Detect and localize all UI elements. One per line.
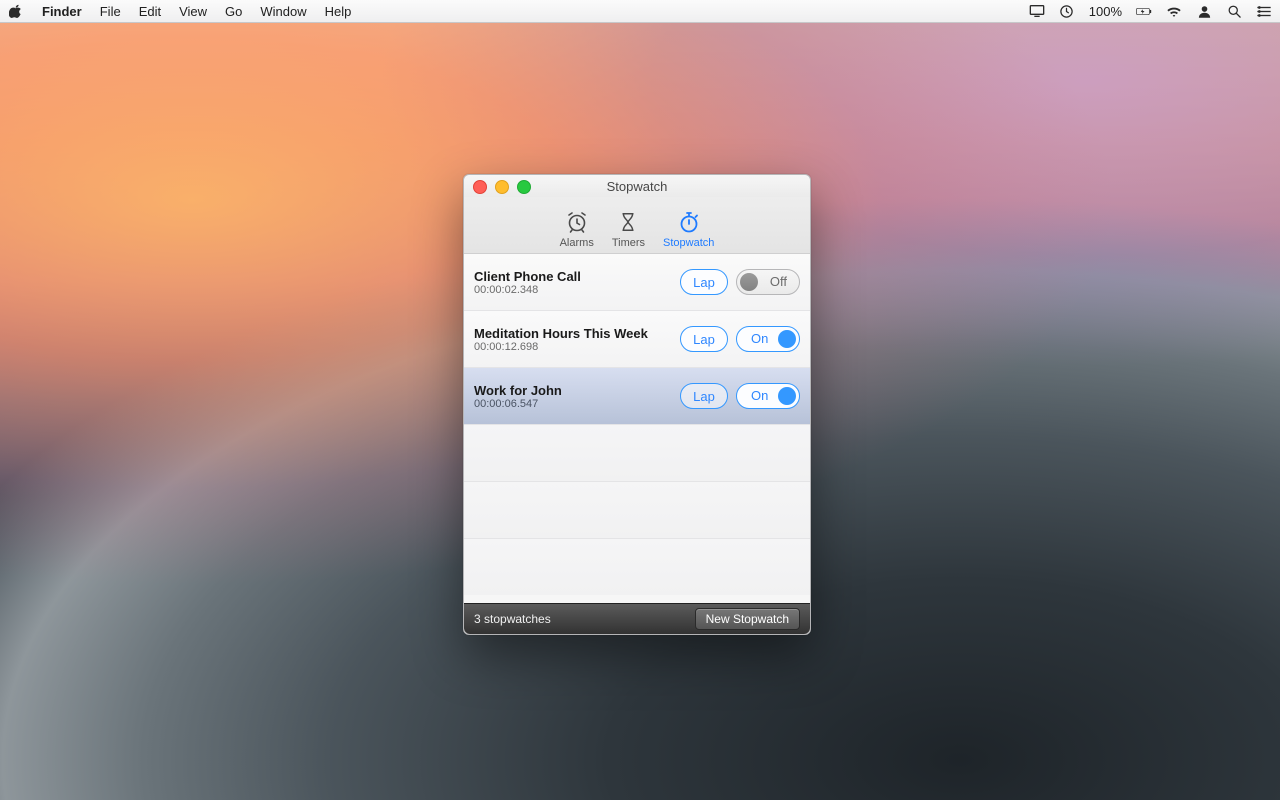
user-icon[interactable]	[1196, 3, 1212, 19]
tab-label: Stopwatch	[663, 237, 714, 249]
run-toggle[interactable]: Off	[736, 269, 800, 295]
apple-menu-icon[interactable]	[8, 3, 24, 19]
toggle-label: On	[751, 331, 768, 346]
lap-button[interactable]: Lap	[680, 326, 728, 352]
menubar-item-go[interactable]: Go	[225, 4, 242, 19]
run-toggle[interactable]: On	[736, 326, 800, 352]
menubar-app-name[interactable]: Finder	[42, 4, 82, 19]
desktop: Finder File Edit View Go Window Help 100…	[0, 0, 1280, 800]
tab-timers[interactable]: Timers	[612, 209, 645, 249]
window-titlebar[interactable]: Stopwatch	[464, 175, 810, 197]
stopwatch-count: 3 stopwatches	[474, 612, 695, 626]
new-stopwatch-button[interactable]: New Stopwatch	[695, 608, 800, 630]
empty-row	[464, 425, 810, 482]
window-zoom-button[interactable]	[517, 180, 531, 194]
stopwatch-icon	[676, 209, 702, 235]
display-icon[interactable]	[1029, 3, 1045, 19]
hourglass-icon	[615, 209, 641, 235]
menubar-item-edit[interactable]: Edit	[139, 4, 161, 19]
stopwatch-time: 00:00:02.348	[474, 284, 672, 296]
menubar-item-file[interactable]: File	[100, 4, 121, 19]
window-toolbar: Alarms Timers Stopwatch	[464, 197, 810, 254]
toggle-knob	[778, 387, 796, 405]
run-toggle[interactable]: On	[736, 383, 800, 409]
stopwatch-window: Stopwatch Alarms Timers Stopwatch	[463, 174, 811, 635]
stopwatch-row[interactable]: Work for John 00:00:06.547 Lap On	[464, 368, 810, 425]
empty-row	[464, 482, 810, 539]
wifi-icon[interactable]	[1166, 3, 1182, 19]
menubar-item-window[interactable]: Window	[260, 4, 306, 19]
window-title: Stopwatch	[607, 179, 668, 194]
toggle-label: Off	[770, 274, 787, 289]
tab-stopwatch[interactable]: Stopwatch	[663, 209, 714, 249]
toggle-knob	[740, 273, 758, 291]
stopwatch-name: Work for John	[474, 383, 672, 398]
tab-alarms[interactable]: Alarms	[560, 209, 594, 249]
toggle-label: On	[751, 388, 768, 403]
stopwatch-name: Meditation Hours This Week	[474, 326, 672, 341]
stopwatch-row[interactable]: Meditation Hours This Week 00:00:12.698 …	[464, 311, 810, 368]
stopwatch-row[interactable]: Client Phone Call 00:00:02.348 Lap Off	[464, 254, 810, 311]
menubar-item-help[interactable]: Help	[325, 4, 352, 19]
stopwatch-time: 00:00:12.698	[474, 341, 672, 353]
alarm-clock-icon	[564, 209, 590, 235]
clock-icon[interactable]	[1059, 3, 1075, 19]
empty-row	[464, 539, 810, 595]
toggle-knob	[778, 330, 796, 348]
menubar: Finder File Edit View Go Window Help 100…	[0, 0, 1280, 23]
menubar-item-view[interactable]: View	[179, 4, 207, 19]
spotlight-search-icon[interactable]	[1226, 3, 1242, 19]
lap-button[interactable]: Lap	[680, 269, 728, 295]
battery-charging-icon[interactable]	[1136, 3, 1152, 19]
stopwatch-name: Client Phone Call	[474, 269, 672, 284]
lap-button[interactable]: Lap	[680, 383, 728, 409]
stopwatch-list: Client Phone Call 00:00:02.348 Lap Off M…	[464, 254, 810, 603]
window-minimize-button[interactable]	[495, 180, 509, 194]
stopwatch-time: 00:00:06.547	[474, 398, 672, 410]
notification-center-icon[interactable]	[1256, 3, 1272, 19]
tab-label: Timers	[612, 237, 645, 249]
window-close-button[interactable]	[473, 180, 487, 194]
window-footer: 3 stopwatches New Stopwatch	[464, 603, 810, 634]
battery-percent[interactable]: 100%	[1089, 4, 1122, 19]
tab-label: Alarms	[560, 237, 594, 249]
